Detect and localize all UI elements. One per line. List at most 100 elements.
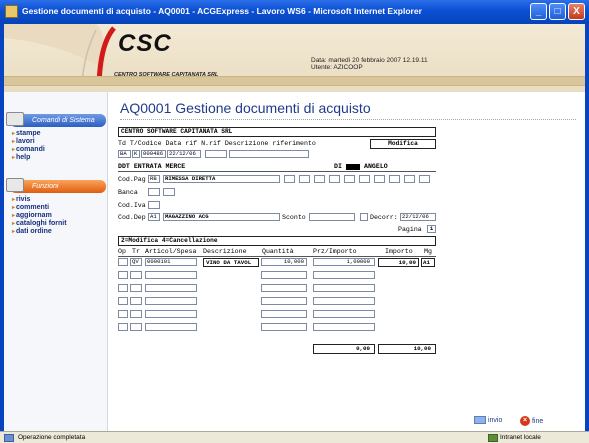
row-op-field[interactable] [118, 310, 128, 318]
col-mg: Mg [424, 248, 432, 255]
row-quantity-field[interactable] [261, 297, 307, 305]
row-quantity-field[interactable] [261, 271, 307, 279]
row-op-field[interactable] [118, 323, 128, 331]
row-mg: A1 [421, 258, 435, 267]
row-quantity-field[interactable] [261, 310, 307, 318]
row-article-field[interactable] [145, 284, 197, 292]
window-frame-right [585, 24, 589, 443]
title-divider [120, 119, 576, 120]
row-quantity-field[interactable]: 10,000 [261, 258, 307, 266]
row-price-field[interactable]: 1,00000 [313, 258, 375, 266]
sidebar-link-aggiornam[interactable]: aggiornam [12, 212, 52, 219]
total-right: 10,00 [378, 344, 436, 354]
col-description: Descrizione [203, 248, 247, 255]
row-article-field[interactable] [145, 297, 197, 305]
maximize-button[interactable]: □ [549, 3, 566, 20]
doc-header-label: Td T/Codice Data rif N.rif Descrizione r… [118, 140, 316, 147]
redacted-block [346, 164, 360, 170]
row-article-field[interactable]: 0000101 [145, 258, 197, 266]
row-op-field[interactable] [118, 284, 128, 292]
fine-button[interactable]: × fine [520, 416, 543, 426]
sconto-field[interactable] [309, 213, 355, 221]
doc-code-field[interactable]: 000486 [141, 150, 166, 158]
scadenza-field-5[interactable] [344, 175, 355, 183]
sidebar-link-dati-ordine[interactable]: dati ordine [12, 228, 52, 235]
grid-header-divider [118, 256, 436, 257]
page-header: CSC CENTRO SOFTWARE CAPITANATA SRL Data:… [4, 24, 585, 92]
doc-t-field[interactable]: K [132, 150, 140, 158]
row-price-field[interactable] [313, 323, 375, 331]
invio-button-label: invio [487, 416, 503, 424]
sidebar-link-help[interactable]: help [12, 154, 30, 161]
company-name: CENTRO SOFTWARE CAPITANATA SRL [114, 72, 219, 78]
pagina-field[interactable]: 1 [427, 225, 436, 233]
sidebar-link-cataloghi-fornit[interactable]: cataloghi fornit [12, 220, 67, 227]
nrif-field[interactable] [205, 150, 227, 158]
banca-cab-field[interactable] [163, 188, 175, 196]
scadenza-field-6[interactable] [359, 175, 370, 183]
row-quantity-field[interactable] [261, 323, 307, 331]
scadenza-field-8[interactable] [389, 175, 400, 183]
scadenza-field-9[interactable] [404, 175, 415, 183]
row-price-field[interactable] [313, 284, 375, 292]
sidebar-link-comandi[interactable]: comandi [12, 146, 45, 153]
col-op: Op [118, 248, 126, 255]
decorr-checkbox[interactable] [360, 213, 368, 221]
cod-iva-field[interactable] [148, 201, 160, 209]
scadenza-field-2[interactable] [299, 175, 310, 183]
cod-pag-field[interactable]: RB [148, 175, 160, 183]
row-tr-field[interactable] [130, 323, 142, 331]
doc-type-field[interactable]: BA [118, 150, 131, 158]
status-text: Operazione completata [18, 434, 86, 441]
cod-dep-field[interactable]: A1 [148, 213, 160, 221]
row-op-field[interactable] [118, 297, 128, 305]
company-band: CENTRO SOFTWARE CAPITANATA SRL [118, 127, 436, 137]
intranet-icon [488, 434, 498, 442]
row-article-field[interactable] [145, 323, 197, 331]
sidebar-section-functions-label: Funzioni [32, 183, 59, 190]
sidebar-link-rivis[interactable]: rivis [12, 196, 30, 203]
scadenza-field-7[interactable] [374, 175, 385, 183]
row-article-field[interactable] [145, 271, 197, 279]
row-tr-field[interactable] [130, 310, 142, 318]
window-titlebar: Gestione documenti di acquisto - AQ0001 … [0, 0, 589, 24]
scadenza-field-3[interactable] [314, 175, 325, 183]
row-amount: 10,00 [378, 258, 419, 267]
cod-pag-desc-field[interactable]: RIMESSA DIRETTA [163, 175, 280, 183]
sidebar-link-lavori[interactable]: lavori [12, 138, 35, 145]
sconto-label: Sconto [282, 214, 306, 221]
banca-abi-field[interactable] [148, 188, 160, 196]
send-icon [474, 416, 486, 424]
sidebar-link-stampe[interactable]: stampe [12, 130, 41, 137]
row-tr-field[interactable]: QV [130, 258, 142, 266]
row-quantity-field[interactable] [261, 284, 307, 292]
close-button[interactable]: X [568, 3, 585, 20]
row-article-field[interactable] [145, 310, 197, 318]
col-tr: Tr [132, 248, 140, 255]
header-date: Data: martedì 20 febbraio 2007 12.19.11 [311, 57, 428, 64]
row-op-field[interactable] [118, 271, 128, 279]
row-price-field[interactable] [313, 271, 375, 279]
row-op-field[interactable] [118, 258, 128, 266]
doc-date-field[interactable]: 22/12/06 [167, 150, 201, 158]
scadenza-field-1[interactable] [284, 175, 295, 183]
operator-code: DI [334, 163, 342, 170]
rif-description-field[interactable] [229, 150, 309, 158]
sidebar-link-commenti[interactable]: commenti [12, 204, 49, 211]
row-tr-field[interactable] [130, 271, 142, 279]
row-price-field[interactable] [313, 310, 375, 318]
main-content: AQ0001 Gestione documenti di acquisto CE… [108, 92, 585, 431]
minimize-button[interactable]: _ [530, 3, 547, 20]
row-price-field[interactable] [313, 297, 375, 305]
row-tr-field[interactable] [130, 297, 142, 305]
window-title: Gestione documenti di acquisto - AQ0001 … [22, 6, 422, 16]
operator-name: ANGELO [364, 163, 388, 170]
cod-dep-desc-field[interactable]: MAGAZZINO ACG [163, 213, 280, 221]
row-tr-field[interactable] [130, 284, 142, 292]
invio-button[interactable]: invio [474, 416, 502, 424]
scadenza-field-4[interactable] [329, 175, 340, 183]
header-stripe [4, 76, 585, 86]
decorr-date-field[interactable]: 22/12/06 [400, 213, 436, 221]
scadenza-field-10[interactable] [419, 175, 430, 183]
cod-iva-label: Cod.Iva [118, 202, 146, 209]
